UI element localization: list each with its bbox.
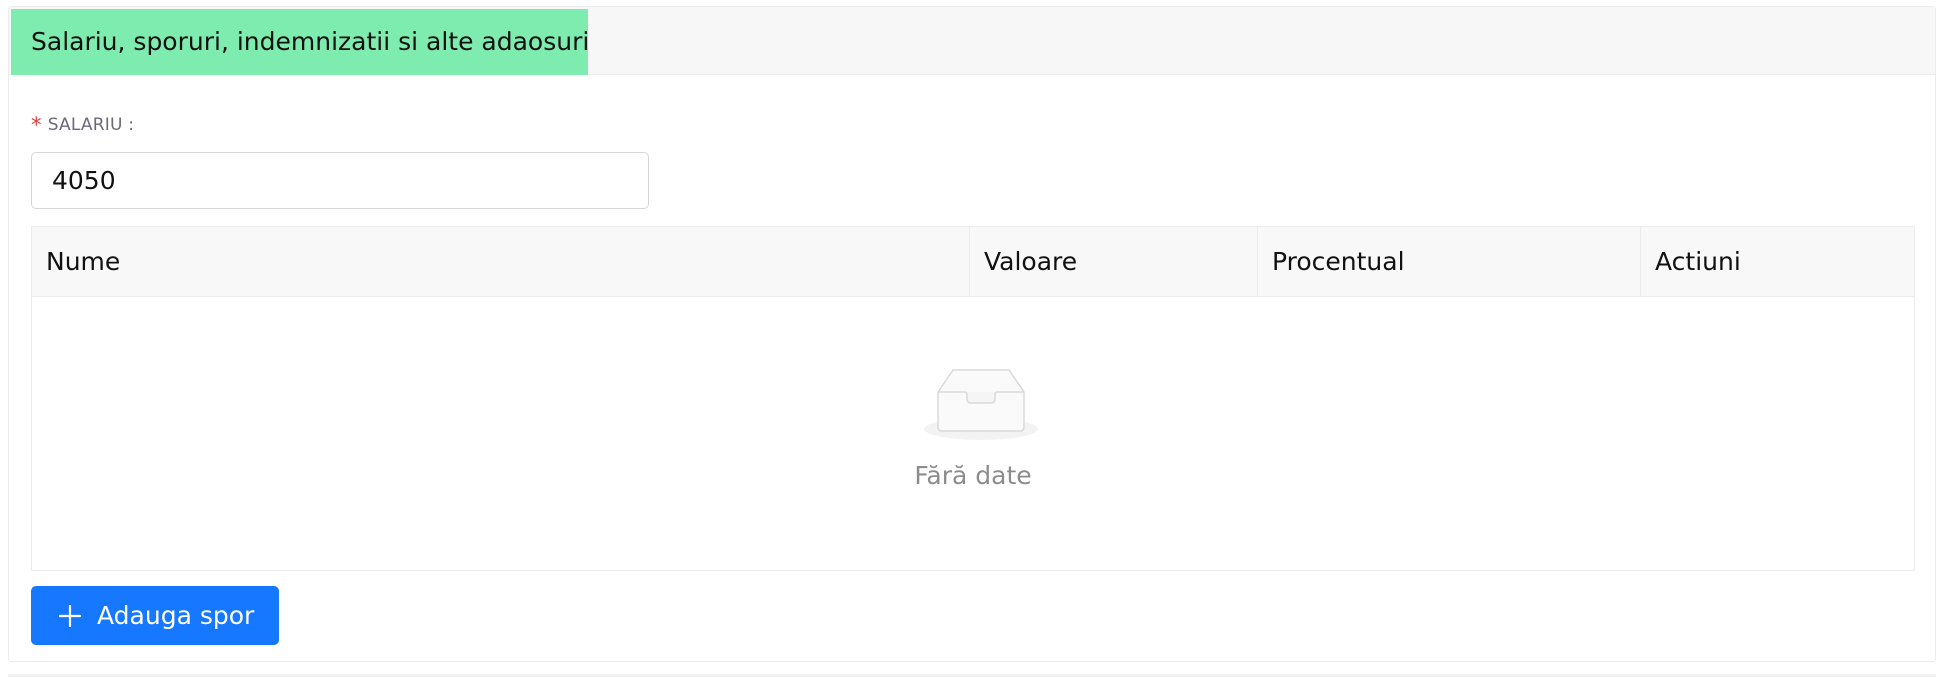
plus-icon [59, 605, 81, 627]
section-title: Salariu, sporuri, indemnizatii si alte a… [11, 9, 589, 75]
table-header: Nume Valoare Procentual Actiuni [32, 227, 1914, 297]
add-bonus-label: Adauga spor [97, 601, 255, 630]
salary-label-text: SALARIU : [47, 115, 135, 135]
required-marker: * [31, 113, 42, 137]
card-header: Salariu, sporuri, indemnizatii si alte a… [9, 7, 1935, 75]
inbox-icon [924, 369, 1038, 440]
column-header-procentual: Procentual [1257, 227, 1640, 297]
column-header-valoare: Valoare [969, 227, 1257, 297]
salary-card: Salariu, sporuri, indemnizatii si alte a… [8, 6, 1936, 662]
add-bonus-button[interactable]: Adauga spor [31, 586, 279, 645]
column-header-actiuni: Actiuni [1640, 227, 1916, 297]
bottom-divider [8, 674, 1936, 677]
salary-input[interactable] [31, 152, 649, 209]
bonuses-table: Nume Valoare Procentual Actiuni Fără dat… [31, 226, 1915, 571]
empty-state-text: Fără date [914, 461, 1032, 490]
salary-label: * SALARIU : [31, 111, 135, 137]
column-header-nume: Nume [46, 247, 121, 276]
